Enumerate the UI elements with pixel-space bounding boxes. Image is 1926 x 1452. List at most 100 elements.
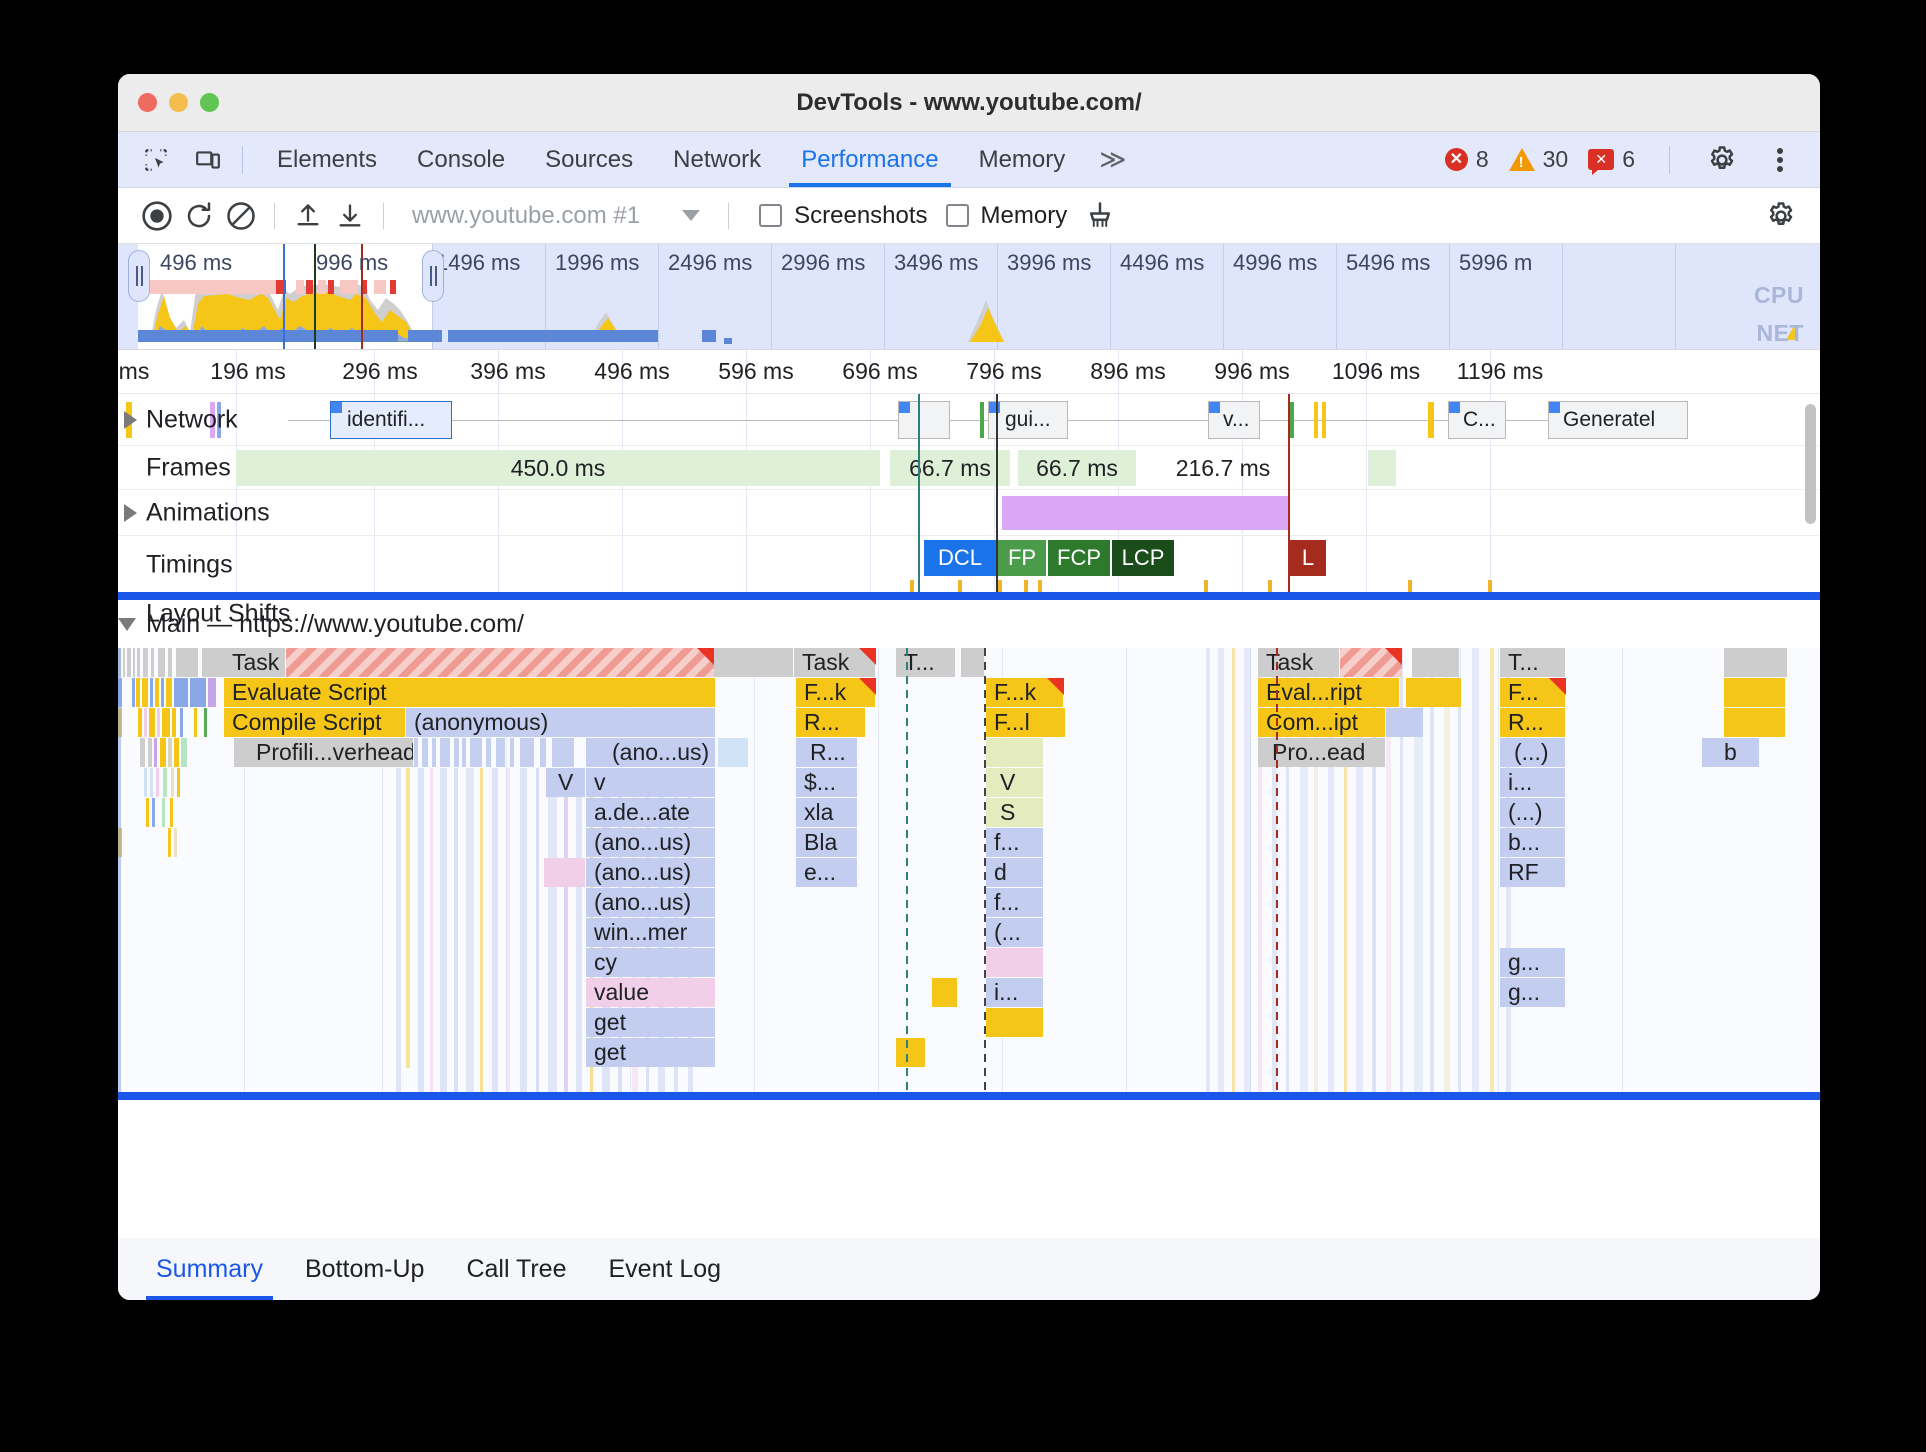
tab-sources[interactable]: Sources: [525, 132, 653, 187]
flame-bar[interactable]: Bla: [796, 828, 858, 857]
timing-marker-load[interactable]: L: [1290, 540, 1326, 576]
tab-call-tree[interactable]: Call Tree: [450, 1238, 582, 1300]
flame-row[interactable]: Profili...verhead (ano...us) R... Pro...…: [118, 738, 1820, 768]
timeline-overview[interactable]: 496 ms 996 ms 1496 ms 1996 ms 2496 ms 29…: [118, 244, 1820, 350]
network-request-chip[interactable]: [898, 401, 950, 439]
flame-bar[interactable]: [1724, 678, 1786, 707]
device-toolbar-icon[interactable]: [188, 140, 228, 180]
flame-bar-longtask[interactable]: [286, 648, 714, 677]
load-profile-icon[interactable]: [287, 195, 329, 237]
minimize-window-button[interactable]: [169, 93, 188, 112]
track-frames[interactable]: Frames 450.0 ms 66.7 ms 66.7 ms 216.7 ms: [118, 446, 1820, 490]
close-window-button[interactable]: [138, 93, 157, 112]
main-thread-panel[interactable]: Main — https://www.youtube.com/ Task Tas…: [118, 592, 1820, 1100]
flame-bar[interactable]: (ano...us): [586, 828, 716, 857]
more-tabs-icon[interactable]: ≫: [1085, 132, 1137, 187]
flame-row[interactable]: cy g...: [118, 948, 1820, 978]
flame-bar[interactable]: (ano...us): [586, 858, 716, 887]
flame-bar[interactable]: Eval...ript: [1258, 678, 1400, 707]
maximize-window-button[interactable]: [200, 93, 219, 112]
flame-bar[interactable]: (anonymous): [406, 708, 716, 737]
flame-bar[interactable]: (...: [986, 918, 1044, 947]
tab-console[interactable]: Console: [397, 132, 525, 187]
flame-bar[interactable]: cy: [586, 948, 716, 977]
flame-bar[interactable]: (...): [1500, 738, 1566, 767]
error-badge[interactable]: ✕ 8: [1444, 146, 1489, 173]
flame-bar[interactable]: [986, 738, 1044, 767]
flame-bar[interactable]: [1724, 708, 1786, 737]
frame-bar[interactable]: 216.7 ms: [1144, 450, 1304, 486]
flame-bar[interactable]: R...: [1500, 708, 1566, 737]
save-profile-icon[interactable]: [329, 195, 371, 237]
timing-marker-dcl[interactable]: DCL: [924, 540, 996, 576]
flame-bar[interactable]: b...: [1500, 828, 1566, 857]
flame-bar[interactable]: Evaluate Script: [224, 678, 716, 707]
flame-bar[interactable]: (ano...us): [586, 888, 716, 917]
flame-bar[interactable]: f...: [986, 888, 1044, 917]
flame-bar[interactable]: d: [986, 858, 1044, 887]
flame-bar[interactable]: $...: [796, 768, 858, 797]
flame-row[interactable]: Evaluate Script F...k F...k Eval...ript …: [118, 678, 1820, 708]
flame-row[interactable]: get: [118, 1038, 1820, 1068]
flame-bar[interactable]: R...: [796, 708, 866, 737]
flame-bar[interactable]: R...: [796, 738, 858, 767]
flame-bar[interactable]: i...: [1500, 768, 1566, 797]
flame-row[interactable]: win...mer (...: [118, 918, 1820, 948]
network-request-chip[interactable]: C...: [1448, 401, 1506, 439]
overview-window-handle-left[interactable]: [128, 250, 150, 302]
tab-elements[interactable]: Elements: [257, 132, 397, 187]
flame-bar[interactable]: [1386, 708, 1424, 737]
record-icon[interactable]: [136, 195, 178, 237]
kebab-menu-icon[interactable]: [1760, 140, 1800, 180]
flame-bar[interactable]: get: [586, 1008, 716, 1037]
flame-bar[interactable]: V: [546, 768, 586, 797]
flame-bar[interactable]: value: [586, 978, 716, 1007]
collect-garbage-icon[interactable]: [1079, 195, 1121, 237]
tab-bottom-up[interactable]: Bottom-Up: [289, 1238, 440, 1300]
frame-bar[interactable]: 66.7 ms: [890, 450, 1012, 486]
flame-chart[interactable]: Task Task T... Task T... Evaluate Script…: [118, 648, 1820, 1092]
flame-bar[interactable]: g...: [1500, 948, 1566, 977]
flame-bar[interactable]: xla: [796, 798, 858, 827]
flame-bar[interactable]: a.de...ate: [586, 798, 716, 827]
network-request-chip[interactable]: Generatel: [1548, 401, 1688, 439]
flame-row[interactable]: (ano...us) f...: [118, 888, 1820, 918]
flame-bar[interactable]: T...: [1500, 648, 1566, 677]
track-timings[interactable]: Timings DCL FP FCP LCP L: [118, 536, 1820, 602]
flame-row[interactable]: Compile Script (anonymous) R... F...l Co…: [118, 708, 1820, 738]
overview-window-handle-right[interactable]: [422, 250, 444, 302]
network-request-chip[interactable]: gui...: [988, 401, 1068, 439]
frame-bar[interactable]: [1368, 450, 1398, 486]
inspect-element-icon[interactable]: [136, 140, 176, 180]
track-animations[interactable]: Animations: [118, 490, 1820, 536]
flame-bar[interactable]: get: [586, 1038, 716, 1067]
clear-recording-icon[interactable]: [220, 195, 262, 237]
memory-checkbox[interactable]: Memory: [945, 202, 1067, 230]
profile-select[interactable]: www.youtube.com #1: [396, 202, 716, 230]
flame-row[interactable]: get: [118, 1008, 1820, 1038]
tab-event-log[interactable]: Event Log: [593, 1238, 738, 1300]
flame-bar[interactable]: [544, 858, 586, 887]
flame-bar[interactable]: win...mer: [586, 918, 716, 947]
flame-bar[interactable]: V: [986, 768, 1044, 797]
flame-bar[interactable]: [961, 648, 985, 677]
flame-bar[interactable]: i...: [986, 978, 1044, 1007]
frame-bar[interactable]: 66.7 ms: [1018, 450, 1138, 486]
flame-bar[interactable]: v: [586, 768, 716, 797]
flame-bar[interactable]: [986, 948, 1044, 977]
flame-bar[interactable]: T...: [896, 648, 956, 677]
tab-summary[interactable]: Summary: [140, 1238, 279, 1300]
track-network[interactable]: Network identifi... gui... v... C... Gen…: [118, 394, 1820, 446]
flame-bar[interactable]: [986, 1008, 1044, 1037]
flame-row[interactable]: (ano...us) e... d RF: [118, 858, 1820, 888]
warning-badge[interactable]: 30: [1508, 146, 1568, 173]
expand-triangle-icon[interactable]: [124, 410, 137, 429]
flame-bar[interactable]: [1412, 648, 1460, 677]
issue-badge[interactable]: ✕ 6: [1588, 146, 1635, 175]
flame-bar[interactable]: g...: [1500, 978, 1566, 1007]
flame-bar[interactable]: Task: [224, 648, 286, 677]
flame-bar[interactable]: [896, 1038, 926, 1067]
flame-bar[interactable]: Profili...verhead: [234, 738, 414, 767]
network-request-chip[interactable]: identifi...: [330, 401, 452, 439]
flame-bar[interactable]: [1724, 648, 1788, 677]
